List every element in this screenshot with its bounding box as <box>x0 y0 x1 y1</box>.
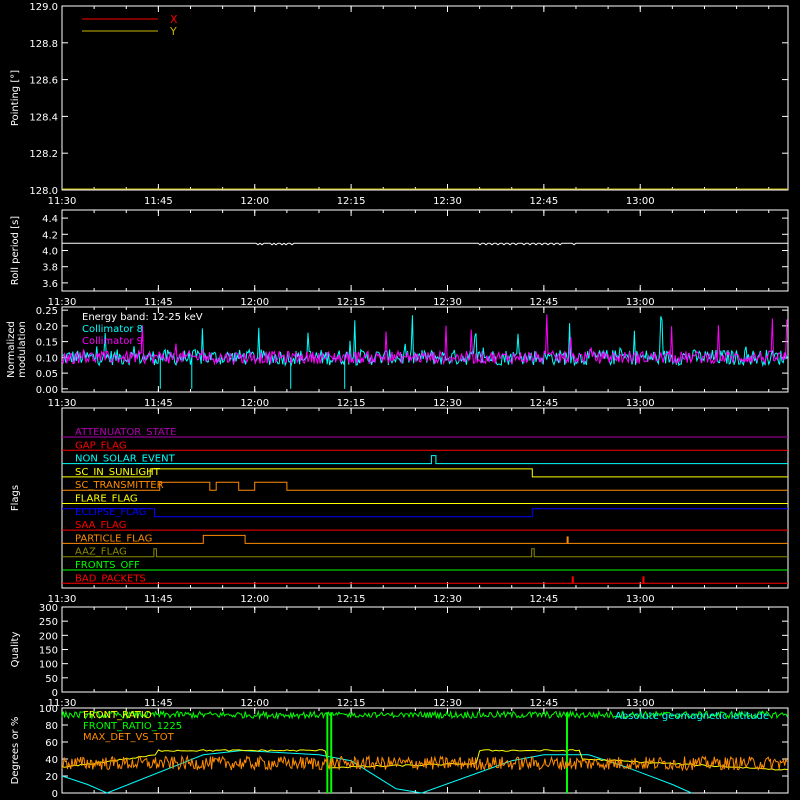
y-axis-label: Degrees or % <box>10 717 21 785</box>
y-tick-label: 0.05 <box>36 369 58 380</box>
y-tick-label: 0.00 <box>36 385 58 396</box>
y-tick-label: 200 <box>39 631 58 642</box>
y-tick-label: 0 <box>52 789 58 800</box>
x-tick-label: 12:30 <box>433 196 462 207</box>
x-tick-label: 13:00 <box>626 698 655 709</box>
flag-label-saa-flag: SAA_FLAG <box>75 520 126 531</box>
x-tick-label: 12:45 <box>529 398 558 409</box>
flag-label-non-solar-event: NON_SOLAR_EVENT <box>75 454 176 465</box>
y-tick-label: 100 <box>39 660 58 671</box>
y-tick-label: 300 <box>39 603 58 614</box>
x-tick-label: 12:15 <box>337 196 366 207</box>
x-tick-label: 13:00 <box>626 398 655 409</box>
flag-label-sc-transmitter: SC_TRANSMITTER <box>75 480 164 491</box>
x-tick-label: 12:30 <box>433 594 462 605</box>
y-tick-label: 128.6 <box>29 76 58 87</box>
y-tick-label: 0.15 <box>36 338 58 349</box>
legend-label-collimator-9: Collimator 9 <box>82 336 143 347</box>
energy-band-annotation: Energy band: 12-25 keV <box>82 312 203 323</box>
x-tick-label: 12:15 <box>337 698 366 709</box>
x-tick-label: 12:30 <box>433 698 462 709</box>
flag-label-bad-packets: BAD_PACKETS <box>75 573 146 584</box>
rhessi-observing-summary-chart: 11:30 11:45 12:00 12:15 12:30 12:45 13:00 128.0… <box>0 0 800 800</box>
chart-background <box>0 0 800 800</box>
y-tick-label: 128.0 <box>29 186 58 197</box>
x-tick-label: 11:45 <box>144 398 173 409</box>
y-tick-label: 50 <box>45 674 58 685</box>
x-tick-label: 11:45 <box>144 698 173 709</box>
flag-label-gap-flag: GAP_FLAG <box>75 440 127 451</box>
y-tick-label: 4.2 <box>42 230 58 241</box>
y-tick-label: 3.8 <box>42 263 58 274</box>
y-tick-label: 4.4 <box>42 214 58 225</box>
flag-label-fronts-off: FRONTS_OFF <box>75 560 140 571</box>
x-tick-label: 12:45 <box>529 196 558 207</box>
x-tick-label: 11:45 <box>144 196 173 207</box>
legend-label-front-ratio-1225: FRONT_RATIO_1225 <box>83 721 182 732</box>
x-tick-label: 12:45 <box>529 698 558 709</box>
x-tick-label: 12:00 <box>240 196 269 207</box>
y-axis-label: Flags <box>10 485 21 511</box>
x-tick-label: 12:00 <box>240 594 269 605</box>
y-tick-label: 4.0 <box>42 247 58 258</box>
flag-label-attenuator-state: ATTENUATOR_STATE <box>75 427 176 438</box>
legend-label-collimator-8: Collimator 8 <box>82 324 143 335</box>
flag-label-aaz-flag: AAZ_FLAG <box>75 547 127 558</box>
y-tick-label: 3.6 <box>42 279 58 290</box>
y-tick-label: 0.25 <box>36 306 58 317</box>
y-tick-label: 60 <box>45 738 58 749</box>
x-tick-label: 12:30 <box>433 398 462 409</box>
x-tick-label: 11:45 <box>144 297 173 308</box>
y-tick-label: 250 <box>39 617 58 628</box>
x-tick-label: 13:00 <box>626 594 655 605</box>
legend-label-front-ratio: FRONT_RATIO <box>83 710 152 721</box>
x-tick-label: 11:30 <box>48 196 77 207</box>
x-tick-label: 12:00 <box>240 297 269 308</box>
x-tick-label: 12:45 <box>529 297 558 308</box>
x-tick-label: 12:30 <box>433 297 462 308</box>
x-tick-label: 12:15 <box>337 398 366 409</box>
geomagnetic-latitude-annotation: Absolute geomagnetic latitude <box>615 711 769 722</box>
y-tick-label: 0 <box>52 688 58 699</box>
y-tick-label: 128.4 <box>29 112 58 123</box>
y-tick-label: 0.10 <box>36 353 58 364</box>
y-tick-label: 129.0 <box>29 2 58 13</box>
flag-label-sc-in-sunlight: SC_IN_SUNLIGHT <box>75 467 161 478</box>
y-axis-label: Normalizedmodulation <box>6 321 28 378</box>
y-tick-label: 20 <box>45 772 58 783</box>
x-tick-label: 13:00 <box>626 297 655 308</box>
x-tick-label: 12:00 <box>240 398 269 409</box>
legend-label-max-det-vs-tot: MAX_DET_VS_TOT <box>83 732 175 743</box>
x-tick-label: 11:30 <box>48 398 77 409</box>
x-tick-label: 12:00 <box>240 698 269 709</box>
y-tick-label: 128.2 <box>29 149 58 160</box>
y-axis-label: Pointing [°] <box>10 70 21 126</box>
y-tick-label: 40 <box>45 755 58 766</box>
y-tick-label: 128.8 <box>29 39 58 50</box>
x-tick-label: 12:15 <box>337 297 366 308</box>
y-tick-label: 100 <box>39 704 58 715</box>
x-tick-label: 12:15 <box>337 594 366 605</box>
flag-label-flare-flag: FLARE_FLAG <box>75 494 138 505</box>
y-tick-label: 0.20 <box>36 322 58 333</box>
x-tick-label: 11:45 <box>144 594 173 605</box>
legend-label-y: Y <box>169 25 177 38</box>
y-axis-label: Roll period [s] <box>10 216 21 285</box>
y-tick-label: 80 <box>45 721 58 732</box>
flag-label-particle-flag: PARTICLE_FLAG <box>75 533 152 544</box>
y-tick-label: 150 <box>39 646 58 657</box>
x-tick-label: 12:45 <box>529 594 558 605</box>
y-axis-label: Quality <box>10 632 21 668</box>
x-tick-label: 13:00 <box>626 196 655 207</box>
